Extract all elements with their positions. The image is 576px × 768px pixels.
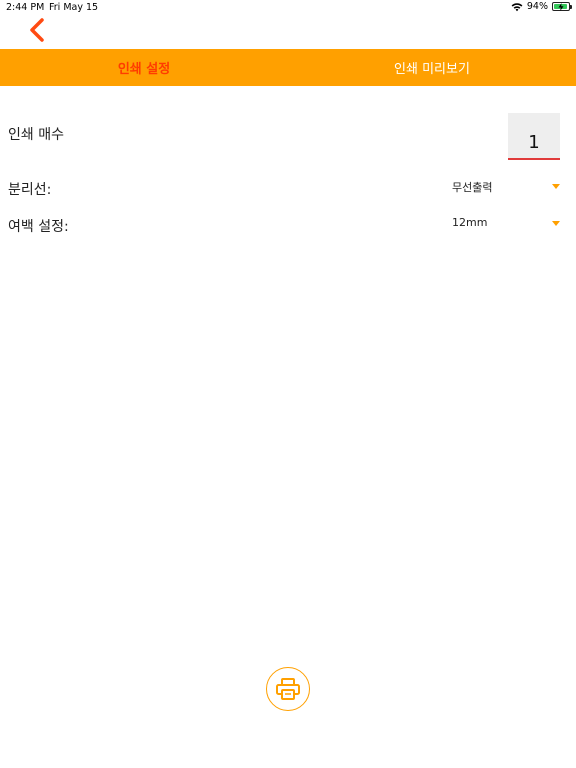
battery-fill [554,3,568,11]
battery-percent: 94% [526,1,548,12]
status-bar: 2:44 PM Fri May 15 94% [0,0,576,16]
tab-print-settings[interactable]: 인쇄 설정 [0,49,288,86]
printer-icon [276,678,300,700]
tab-print-preview[interactable]: 인쇄 미리보기 [288,49,576,86]
separator-select[interactable]: 무선출력 [446,176,566,198]
battery-icon [552,2,572,11]
back-button[interactable] [22,14,52,46]
print-button[interactable] [266,667,310,711]
margin-label: 여백 설정: [8,219,69,235]
copies-input[interactable]: 1 [508,113,560,160]
wifi-icon [511,2,523,12]
status-date: Fri May 15 [49,2,99,13]
copies-value: 1 [528,132,540,153]
separator-value: 무선출력 [452,181,493,194]
margin-value: 12mm [452,216,488,229]
chevron-left-icon [30,18,44,42]
charging-bolt-icon [558,3,564,11]
status-time: 2:44 PM [6,2,45,13]
separator-label: 분리선: [8,182,52,198]
copies-label: 인쇄 매수 [8,127,64,143]
dropdown-arrow-icon [552,184,560,189]
margin-select[interactable]: 12mm [446,213,566,235]
tab-bar: 인쇄 설정 인쇄 미리보기 [0,49,576,86]
dropdown-arrow-icon [552,221,560,226]
status-indicators: 94% [511,1,572,12]
